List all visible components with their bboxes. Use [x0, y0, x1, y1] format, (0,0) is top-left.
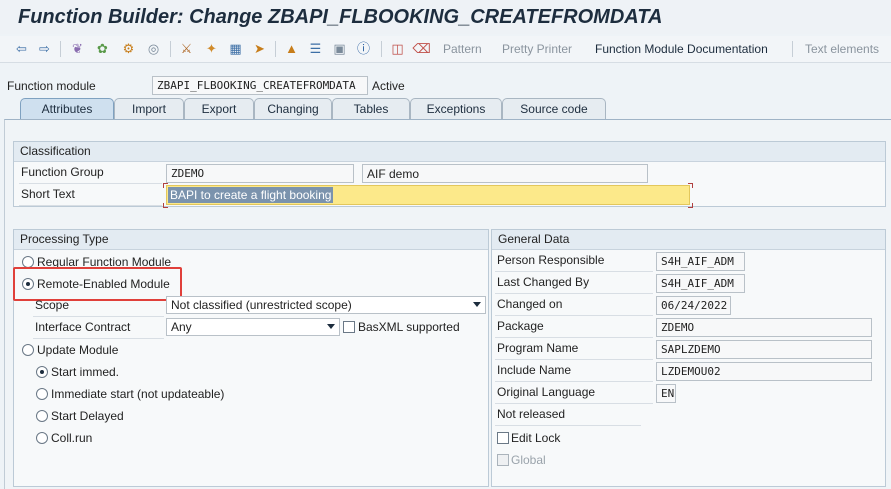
- outline-icon[interactable]: ☰: [307, 40, 324, 57]
- immediate-start-radio[interactable]: [36, 388, 48, 400]
- tab-attributes[interactable]: Attributes: [20, 98, 114, 120]
- function-module-label: Function module: [7, 79, 96, 93]
- original-language-label: Original Language: [495, 383, 653, 404]
- text-elements-button[interactable]: Text elements: [805, 42, 879, 56]
- regular-module-label: Regular Function Module: [37, 255, 172, 269]
- title-bar: Function Builder: Change ZBAPI_FLBOOKING…: [0, 0, 891, 34]
- back-arrow-icon[interactable]: ⇦: [13, 40, 30, 57]
- coll-run-label: Coll.run: [51, 431, 93, 445]
- test-icon[interactable]: ◎: [145, 40, 162, 57]
- fm-documentation-button[interactable]: Function Module Documentation: [595, 42, 768, 56]
- scope-value: Not classified (unrestricted scope): [171, 298, 352, 312]
- pattern-button[interactable]: Pattern: [443, 42, 482, 56]
- coll-run-radio[interactable]: [36, 432, 48, 444]
- program-name-label: Program Name: [495, 339, 653, 360]
- last-changed-by-label: Last Changed By: [495, 273, 653, 294]
- person-responsible-field[interactable]: S4H_AIF_ADM: [656, 252, 745, 271]
- toolbar-separator: [170, 41, 171, 57]
- update-module-radio[interactable]: [22, 344, 34, 356]
- general-data-title: General Data: [492, 230, 885, 250]
- function-group-description: AIF demo: [362, 164, 648, 183]
- forward-arrow-icon[interactable]: ⇨: [36, 40, 53, 57]
- tab-changing[interactable]: Changing: [254, 98, 332, 120]
- function-group-field[interactable]: ZDEMO: [166, 164, 354, 183]
- release-status-text: Not released: [495, 405, 641, 426]
- regular-module-radio[interactable]: [22, 256, 34, 268]
- chevron-down-icon: [327, 324, 335, 329]
- remote-enabled-label: Remote-Enabled Module: [37, 277, 170, 291]
- application-toolbar: ⇦ ⇨ ❦ ✿ ⚙ ◎ ⚔ ✦ ▦ ➤ ▲ ☰ ▣ ⓘ ◫ ⌫ Pattern …: [0, 36, 891, 63]
- insert-icon[interactable]: ◫: [389, 40, 406, 57]
- toolbar-separator: [60, 41, 61, 57]
- tab-tables[interactable]: Tables: [332, 98, 410, 120]
- enhancement-icon[interactable]: ▦: [227, 40, 244, 57]
- tab-strip: Attributes Import Export Changing Tables…: [0, 98, 891, 120]
- interface-contract-label: Interface Contract: [33, 318, 164, 339]
- toolbar-separator: [275, 41, 276, 57]
- display-object-list-icon[interactable]: ✦: [203, 40, 220, 57]
- update-module-label: Update Module: [37, 343, 119, 357]
- field-marker: [688, 203, 693, 208]
- short-text-value: BAPI to create a flight booking: [168, 187, 334, 203]
- short-text-label: Short Text: [19, 185, 162, 206]
- navigation-icon[interactable]: ➤: [251, 40, 268, 57]
- toolbar-separator: [381, 41, 382, 57]
- changed-on-field: 06/24/2022: [656, 296, 731, 315]
- interface-contract-value: Any: [171, 320, 192, 334]
- tab-export[interactable]: Export: [184, 98, 254, 120]
- window-title: Function Builder: Change ZBAPI_FLBOOKING…: [18, 6, 663, 28]
- package-label: Package: [495, 317, 653, 338]
- original-language-field: EN: [656, 384, 676, 403]
- field-marker: [688, 183, 693, 188]
- tab-exceptions[interactable]: Exceptions: [410, 98, 502, 120]
- global-label: Global: [511, 453, 546, 467]
- other-object-icon[interactable]: ❦: [69, 40, 86, 57]
- include-name-field: LZDEMOU02: [656, 362, 872, 381]
- screen-icon[interactable]: ▣: [331, 40, 348, 57]
- person-responsible-label: Person Responsible: [495, 251, 653, 272]
- start-immed-radio[interactable]: [36, 366, 48, 378]
- classification-title: Classification: [14, 142, 885, 162]
- field-marker: [163, 203, 168, 208]
- start-delayed-label: Start Delayed: [51, 409, 124, 423]
- edit-lock-label: Edit Lock: [511, 431, 561, 445]
- immediate-start-label: Immediate start (not updateable): [51, 387, 225, 401]
- pretty-printer-button[interactable]: Pretty Printer: [502, 42, 572, 56]
- check-icon[interactable]: ✿: [94, 40, 111, 57]
- basxml-label: BasXML supported: [358, 320, 460, 334]
- last-changed-by-field: S4H_AIF_ADM: [656, 274, 745, 293]
- package-field: ZDEMO: [656, 318, 872, 337]
- changed-on-label: Changed on: [495, 295, 653, 316]
- field-marker: [163, 183, 168, 188]
- remote-enabled-radio[interactable]: [22, 278, 34, 290]
- function-module-field: ZBAPI_FLBOOKING_CREATEFROMDATA: [152, 76, 368, 95]
- status-text: Active: [372, 79, 405, 93]
- activate-icon[interactable]: ⚙: [120, 40, 137, 57]
- short-text-field[interactable]: BAPI to create a flight booking: [166, 185, 690, 205]
- interface-contract-dropdown[interactable]: Any: [166, 318, 340, 336]
- program-name-field: SAPLZDEMO: [656, 340, 872, 359]
- delete-icon[interactable]: ⌫: [412, 40, 430, 57]
- hierarchy-icon[interactable]: ▲: [283, 40, 300, 57]
- global-checkbox: [497, 454, 509, 466]
- start-delayed-radio[interactable]: [36, 410, 48, 422]
- start-immed-label: Start immed.: [51, 365, 120, 379]
- edit-lock-checkbox[interactable]: [497, 432, 509, 444]
- chevron-down-icon: [473, 302, 481, 307]
- scope-label: Scope: [33, 296, 164, 317]
- tab-source-code[interactable]: Source code: [502, 98, 606, 120]
- scope-dropdown[interactable]: Not classified (unrestricted scope): [166, 296, 486, 314]
- toolbar-separator: [792, 41, 793, 57]
- tab-import[interactable]: Import: [114, 98, 184, 120]
- function-group-label: Function Group: [19, 163, 162, 184]
- info-icon[interactable]: ⓘ: [355, 40, 372, 57]
- include-name-label: Include Name: [495, 361, 653, 382]
- processing-type-title: Processing Type: [14, 230, 488, 250]
- where-used-icon[interactable]: ⚔: [178, 40, 195, 57]
- basxml-checkbox[interactable]: [343, 321, 355, 333]
